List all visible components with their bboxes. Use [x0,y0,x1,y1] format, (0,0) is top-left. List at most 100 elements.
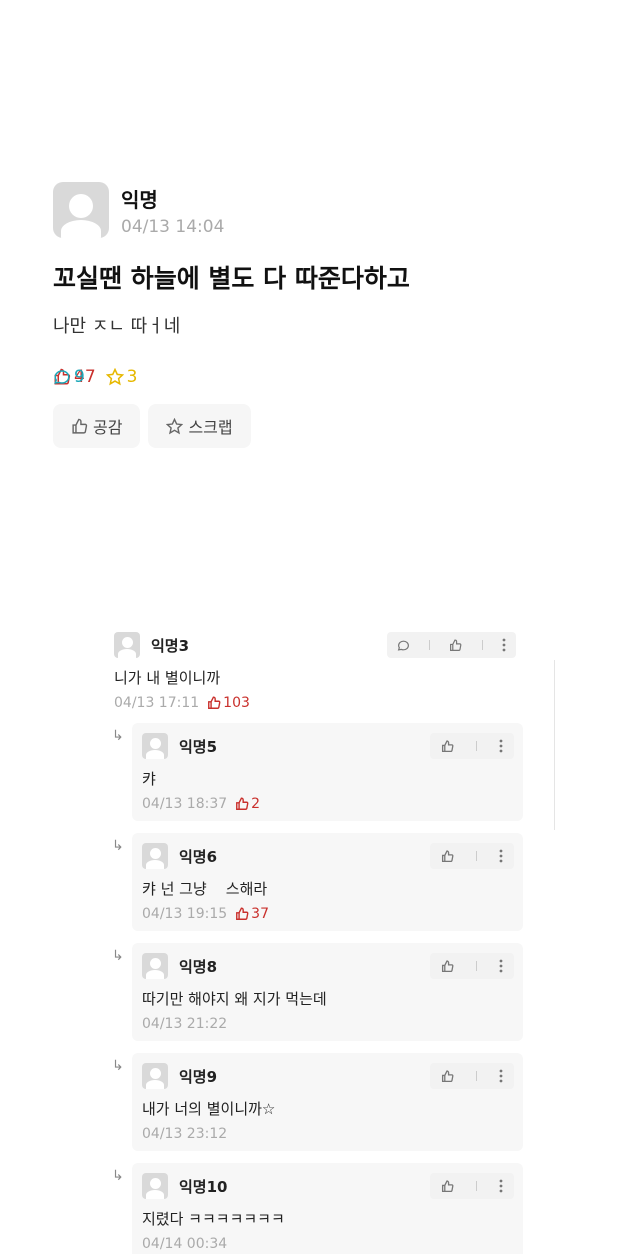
divider [476,851,477,861]
reply-text: 캬 넌 그냥 스해라 [142,880,268,898]
reply-author: 익명5 [179,738,218,756]
more-button[interactable] [499,1069,503,1083]
divider [476,741,477,751]
thumbs-up-icon [450,638,462,651]
reply-arrow-icon: ↳ [112,1058,124,1074]
reply-arrow-icon: ↳ [112,1168,124,1184]
thumbs-up-icon [208,696,221,709]
reply-meta: 04/14 00:34 [142,1236,227,1252]
reply-arrow-icon: ↳ [112,728,124,744]
thumbs-up-icon [441,849,454,862]
author-avatar [53,182,109,238]
avatar [142,733,168,759]
thumbs-up-icon [236,797,249,810]
reply-meta: 04/13 18:37 2 [142,796,260,812]
thumbs-up-icon [441,1069,454,1082]
more-button[interactable] [502,638,506,652]
vote-button[interactable] [441,739,454,753]
comment-meta: 04/13 17:11 103 [114,695,250,711]
avatar [142,843,168,869]
divider [481,640,483,650]
more-button[interactable] [499,739,503,753]
reply-text: 따기만 해야지 왜 지가 먹는데 [142,990,327,1008]
vote-count: 2 [235,796,260,812]
reply-button[interactable] [397,639,410,652]
more-icon [499,1069,503,1083]
more-icon [499,959,503,973]
vote-count: 37 [235,906,269,922]
reply-text: 지렸다 ㅋㅋㅋㅋㅋㅋㅋ [142,1210,285,1228]
like-button[interactable]: 공감 [53,404,141,448]
post-body: 나만 ㅈㄴ 따ㅓ네 [53,316,181,337]
thumbs-up-icon [236,907,249,920]
post-title: 꼬실땐 하늘에 별도 다 따준다하고 [53,264,410,293]
divider [429,640,431,650]
vote-count: 103 [207,695,250,711]
reply-author: 익명8 [179,958,218,976]
vote-button[interactable] [441,1069,454,1083]
more-icon [502,638,506,652]
comment-text: 니가 내 별이니까 [114,669,221,687]
thumbs-up-icon [441,1179,454,1192]
comment-toolbar [387,632,516,658]
reply-toolbar [430,843,514,869]
reply-time: 04/14 00:34 [142,1236,228,1252]
reply-author: 익명6 [179,848,218,866]
reply-author: 익명9 [179,1068,218,1086]
vote-button[interactable] [441,959,454,973]
reply-toolbar [430,733,514,759]
more-icon [499,1179,503,1193]
avatar [142,953,168,979]
thumbs-up-icon [72,418,88,434]
reply-meta: 04/13 19:15 37 [142,906,269,922]
post-stats: 47 9 3 [53,367,147,387]
reply-meta: 04/13 21:22 [142,1016,227,1032]
comment-count: 9 [53,367,85,387]
more-icon [499,849,503,863]
divider [476,1071,477,1081]
reply-arrow-icon: ↳ [112,948,124,964]
reply-box: 익명5 캬 04/13 18:37 2 [132,723,523,821]
more-button[interactable] [499,849,503,863]
reply-text: 캬 [142,770,156,788]
reply-box: 익명9 내가 너의 별이니까☆ 04/13 23:12 [132,1053,523,1151]
reply-meta: 04/13 23:12 [142,1126,227,1142]
post-time: 04/13 14:04 [121,217,225,237]
reply-box: 익명8 따기만 해야지 왜 지가 먹는데 04/13 21:22 [132,943,523,1041]
comment: 익명3 니가 내 별이니까 04/13 17:11 103 [114,632,516,712]
star-icon [105,368,124,386]
reply-toolbar [430,1063,514,1089]
reply-time: 04/13 23:12 [142,1126,228,1142]
reply-time: 04/13 19:15 [142,906,228,922]
vote-button[interactable] [449,638,462,652]
reply-time: 04/13 21:22 [142,1016,228,1032]
vote-button[interactable] [441,1179,454,1193]
scrap-count: 3 [105,367,137,387]
avatar [114,632,140,658]
more-button[interactable] [499,959,503,973]
reply-arrow-icon: ↳ [112,838,124,854]
divider [476,1181,477,1191]
more-icon [499,739,503,753]
reply-toolbar [430,1173,514,1199]
thread-divider [554,660,555,830]
more-button[interactable] [499,1179,503,1193]
thumbs-up-icon [441,739,454,752]
vote-button[interactable] [441,849,454,863]
reply-box: 익명6 캬 넌 그냥 스해라 04/13 19:15 37 [132,833,523,931]
scrap-button[interactable]: 스크랩 [148,404,251,448]
comment-author: 익명3 [151,637,190,655]
thumbs-up-icon [441,959,454,972]
reply-author: 익명10 [179,1178,228,1196]
reply-time: 04/13 18:37 [142,796,228,812]
star-icon [166,417,184,434]
reply-box: 익명10 지렸다 ㅋㅋㅋㅋㅋㅋㅋ 04/14 00:34 [132,1163,523,1254]
post-author: 익명 [121,188,158,212]
comment-time: 04/13 17:11 [114,695,200,711]
reply-toolbar [430,953,514,979]
post-actions: 공감 스크랩 [53,404,259,448]
reply-text: 내가 너의 별이니까☆ [142,1100,276,1118]
divider [476,961,477,971]
avatar [142,1173,168,1199]
speech-bubble-icon [397,640,409,651]
